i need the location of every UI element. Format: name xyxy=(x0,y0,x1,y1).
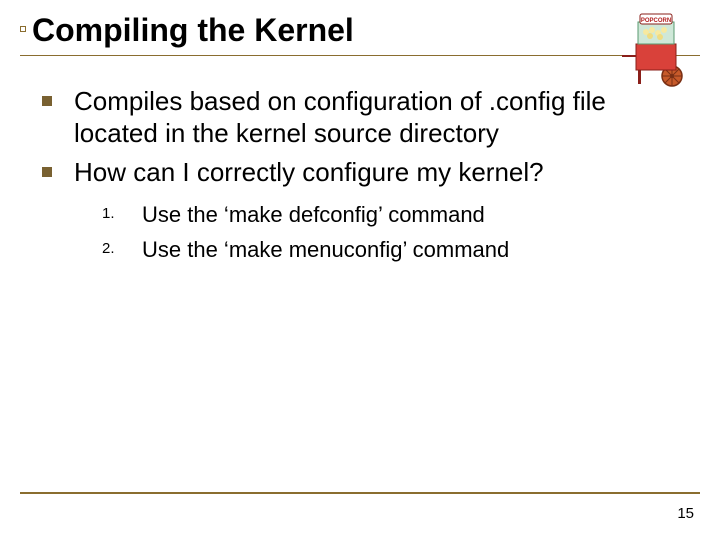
bullet-item: How can I correctly configure my kernel? xyxy=(42,157,690,189)
page-number: 15 xyxy=(677,505,694,522)
bullet-square-icon xyxy=(42,96,52,106)
sublist-number: 1. xyxy=(102,201,142,230)
content-area: Compiles based on configuration of .conf… xyxy=(20,86,700,264)
numbered-sublist: 1. Use the ‘make defconfig’ command 2. U… xyxy=(42,201,690,264)
sublist-item: 2. Use the ‘make menuconfig’ command xyxy=(102,236,690,265)
slide-title: Compiling the Kernel xyxy=(32,12,700,49)
svg-text:POPCORN: POPCORN xyxy=(641,18,671,24)
bullet-square-icon xyxy=(42,167,52,177)
sublist-number: 2. xyxy=(102,236,142,265)
bullet-text: How can I correctly configure my kernel? xyxy=(74,157,544,189)
sublist-text: Use the ‘make defconfig’ command xyxy=(142,201,485,230)
title-row: Compiling the Kernel xyxy=(20,12,700,49)
sublist-text: Use the ‘make menuconfig’ command xyxy=(142,236,509,265)
title-accent-square xyxy=(20,26,26,32)
bullet-text: Compiles based on configuration of .conf… xyxy=(74,86,690,149)
popcorn-cart-icon: POPCORN xyxy=(620,8,690,88)
title-underline xyxy=(20,55,700,56)
slide: Compiling the Kernel POPCORN xyxy=(0,0,720,540)
sublist-item: 1. Use the ‘make defconfig’ command xyxy=(102,201,690,230)
footer-rule xyxy=(20,492,700,494)
bullet-item: Compiles based on configuration of .conf… xyxy=(42,86,690,149)
